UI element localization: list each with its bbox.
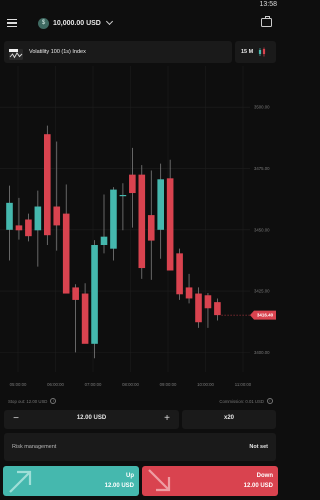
chevron-down-icon <box>105 17 113 26</box>
balance-selector[interactable]: $ 10,000.00 USD <box>38 16 113 30</box>
candle-body <box>100 236 108 246</box>
x-tick-label: 09:00:00 <box>160 382 177 387</box>
multiplier-value: x20 <box>223 415 234 421</box>
candle-body <box>204 295 212 309</box>
stop-out-info: Stop out: 12.00 USD i <box>8 398 57 404</box>
candle-body <box>72 287 79 300</box>
candle-body <box>195 293 202 323</box>
candle-body <box>138 174 146 269</box>
x-tick-label: 07:00:00 <box>85 382 102 387</box>
candle-body <box>176 253 183 295</box>
candle-body <box>81 293 89 344</box>
multiplier-selector[interactable]: x20 <box>182 410 276 429</box>
candle-body <box>44 134 51 236</box>
down-button-label: Down <box>256 473 273 479</box>
timeframe-label: 15 M <box>241 49 254 55</box>
up-button-label: Up <box>126 473 134 479</box>
commission-label: Commission: 0.01 USD <box>219 398 264 404</box>
y-tick-label: 3475.00 <box>254 166 270 171</box>
stake-input: − 12.00 USD + <box>4 410 179 429</box>
y-tick-label: 3425.00 <box>254 289 270 294</box>
up-button[interactable]: Up 12.00 USD <box>3 466 139 496</box>
candle-body <box>185 287 193 299</box>
down-button-amount: 12.00 USD <box>243 483 273 489</box>
arrow-down-right-icon <box>148 469 171 492</box>
price-chart[interactable]: 3500.00 3475.00 3450.00 3425.00 3400.00 05:00… <box>0 66 281 388</box>
y-tick-label: 3500.00 <box>254 105 270 110</box>
candle-body <box>214 302 221 316</box>
info-icon[interactable]: i <box>267 398 273 404</box>
y-tick-label: 3400.00 <box>254 350 270 355</box>
candle-body <box>15 225 23 231</box>
symbol-name: Volatility 100 (1s) Index <box>29 49 86 55</box>
candle-body <box>110 189 117 249</box>
x-tick-label: 10:00:00 <box>197 382 214 387</box>
increase-stake-button[interactable]: + <box>161 412 173 426</box>
balance-amount: 10,000.00 USD <box>53 19 101 27</box>
currency-icon: $ <box>38 17 49 29</box>
candle-body <box>25 219 32 237</box>
y-tick-label: 3450.00 <box>254 227 270 232</box>
volatility-index-icon <box>9 47 23 60</box>
candle-body <box>157 179 164 230</box>
candle-body <box>62 213 70 294</box>
candle-body <box>147 215 155 241</box>
status-time: 13:58 <box>259 1 277 8</box>
risk-management-row[interactable]: Risk management Not set <box>4 433 276 461</box>
menu-icon[interactable] <box>7 19 17 28</box>
arrow-up-right-icon <box>9 470 32 493</box>
risk-management-value: Not set <box>249 444 268 450</box>
candle-body <box>119 194 127 197</box>
candle-body <box>53 206 61 226</box>
info-icon[interactable]: i <box>50 398 57 404</box>
current-price-label: 3416.40 <box>257 313 274 318</box>
candlestick-icon[interactable] <box>257 47 267 57</box>
risk-management-label: Risk management <box>12 444 57 450</box>
up-button-amount: 12.00 USD <box>104 483 134 489</box>
symbol-selector[interactable]: Volatility 100 (1s) Index <box>4 41 232 63</box>
candle-body <box>6 202 13 230</box>
candle-body <box>129 174 136 194</box>
commission-info: Commission: 0.01 USD i <box>219 398 273 404</box>
x-tick-label: 05:00:00 <box>10 382 27 387</box>
down-button[interactable]: Down 12.00 USD <box>142 466 278 496</box>
stop-out-label: Stop out: 12.00 USD <box>8 398 48 404</box>
x-tick-label: 06:00:00 <box>47 382 64 387</box>
x-tick-label: 11:00:00 <box>235 382 252 387</box>
x-tick-label: 08:00:00 <box>122 382 139 387</box>
candle-body <box>34 206 42 231</box>
candle-body <box>91 245 98 344</box>
trade-info-row: Stop out: 12.00 USD i Commission: 0.01 U… <box>0 396 281 406</box>
status-bar: 13:58 <box>0 0 281 10</box>
stake-value[interactable]: 12.00 USD <box>4 415 179 421</box>
header: $ 10,000.00 USD <box>0 10 281 36</box>
briefcase-icon[interactable] <box>261 16 272 27</box>
candle-body <box>166 178 174 271</box>
timeframe-selector[interactable]: 15 M <box>235 41 276 63</box>
